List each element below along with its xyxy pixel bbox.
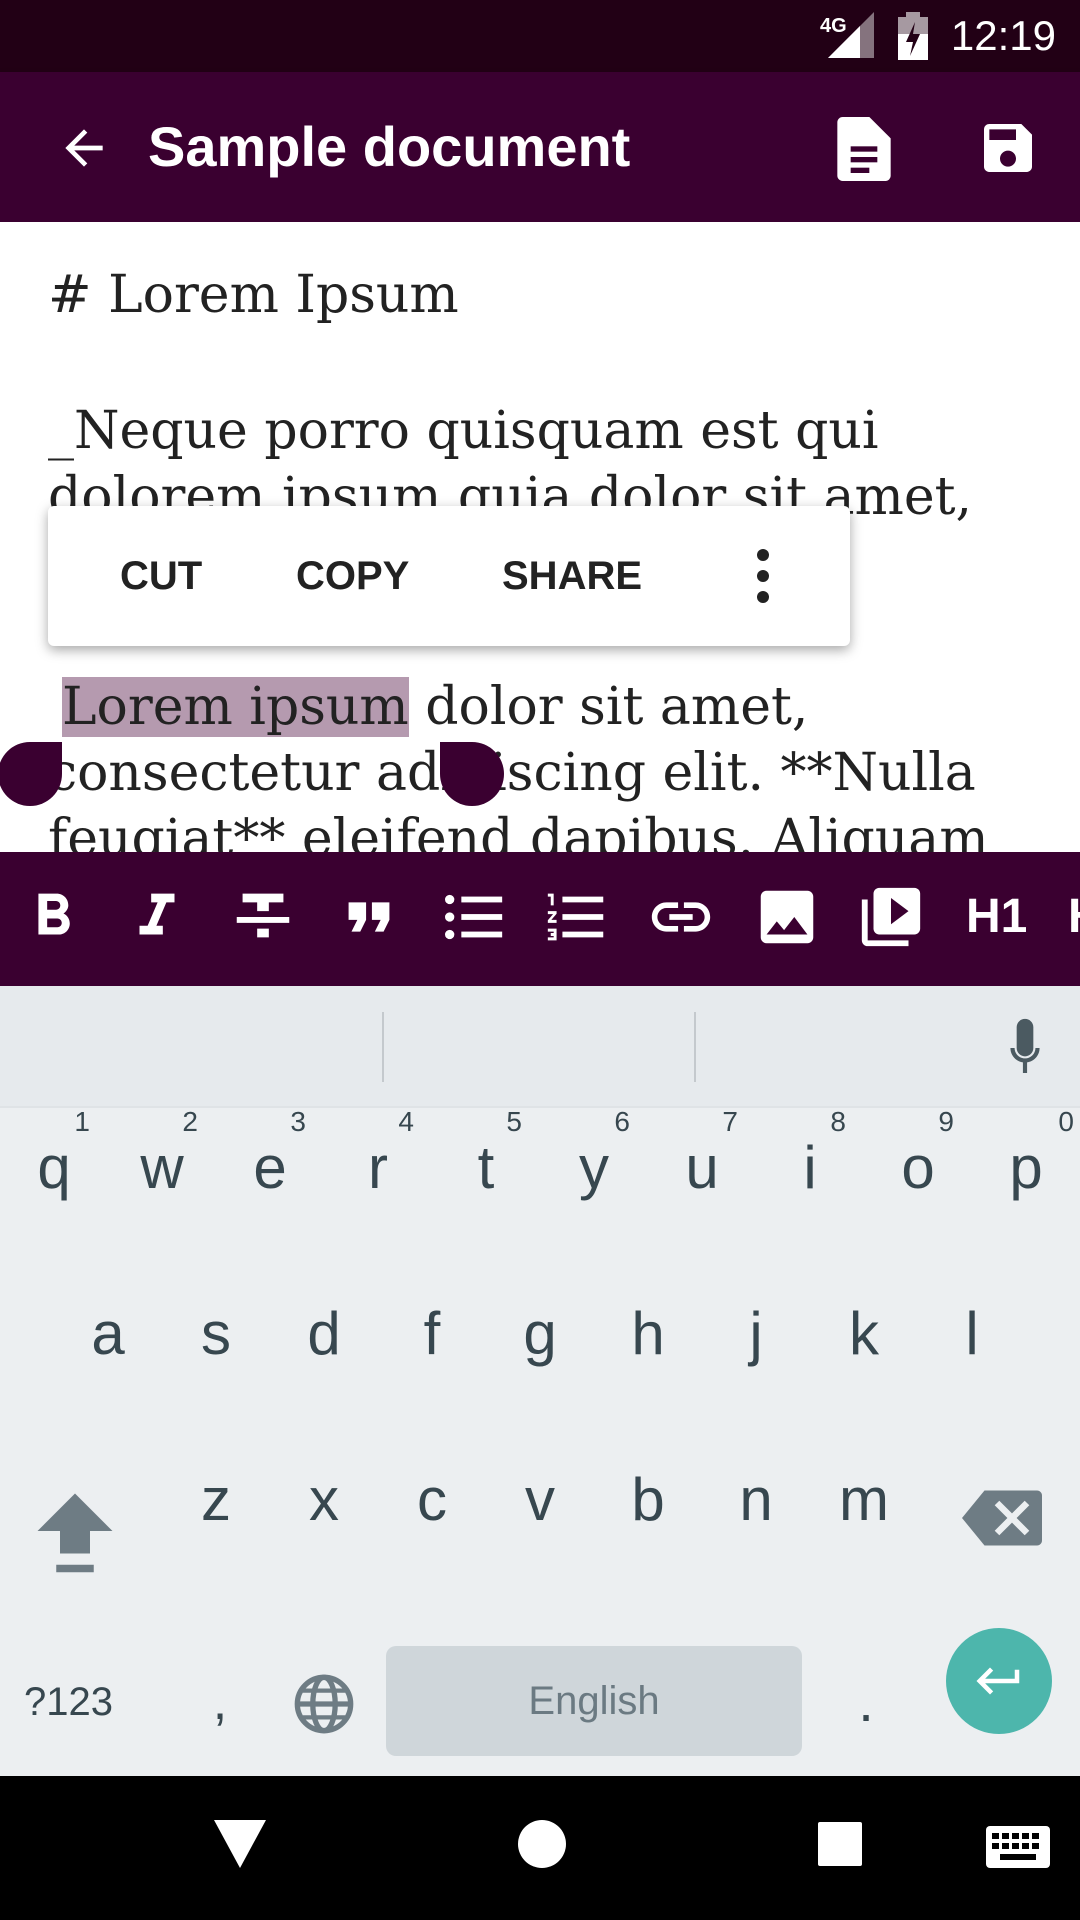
key-u[interactable]: u7 bbox=[648, 1108, 756, 1228]
key-q[interactable]: q1 bbox=[0, 1108, 108, 1228]
key-d[interactable]: d bbox=[270, 1274, 378, 1394]
suggestion-divider bbox=[694, 1012, 696, 1082]
keyboard-switch-icon[interactable] bbox=[986, 1826, 1050, 1868]
key-c[interactable]: c bbox=[378, 1440, 486, 1560]
recents-square-icon[interactable] bbox=[816, 1820, 864, 1868]
microphone-icon[interactable] bbox=[1000, 1016, 1050, 1080]
editor-line: _Neque porro quisquam est qui bbox=[48, 401, 879, 461]
battery-charging-icon bbox=[898, 12, 928, 60]
shift-icon[interactable] bbox=[30, 1486, 120, 1576]
key-t[interactable]: t5 bbox=[432, 1108, 540, 1228]
period-key[interactable]: . bbox=[836, 1652, 896, 1752]
strikethrough-icon[interactable] bbox=[228, 882, 298, 952]
suggestion-divider bbox=[382, 1012, 384, 1082]
video-library-icon[interactable] bbox=[856, 882, 926, 952]
italic-icon[interactable] bbox=[122, 882, 192, 952]
image-icon[interactable] bbox=[752, 882, 822, 952]
heading-2-button[interactable]: H bbox=[1068, 882, 1080, 952]
svg-text:4G: 4G bbox=[820, 15, 847, 37]
key-w[interactable]: w2 bbox=[108, 1108, 216, 1228]
key-y[interactable]: y6 bbox=[540, 1108, 648, 1228]
cut-button[interactable]: CUT bbox=[120, 550, 202, 602]
key-b[interactable]: b bbox=[594, 1440, 702, 1560]
app-bar: Sample document bbox=[0, 72, 1080, 222]
key-i[interactable]: i8 bbox=[756, 1108, 864, 1228]
editor-line: Lorem ipsum dolor sit amet, bbox=[62, 677, 809, 737]
key-v[interactable]: v bbox=[486, 1440, 594, 1560]
status-bar: 4G 12:19 bbox=[0, 0, 1080, 72]
copy-button[interactable]: COPY bbox=[296, 550, 409, 602]
document-icon[interactable] bbox=[832, 114, 896, 184]
selected-text[interactable]: Lorem ipsum bbox=[62, 677, 409, 737]
bold-icon[interactable] bbox=[18, 882, 88, 952]
cell-signal-icon: 4G bbox=[820, 12, 874, 58]
backspace-icon[interactable] bbox=[962, 1490, 1042, 1546]
page-title: Sample document bbox=[148, 115, 631, 178]
link-icon[interactable] bbox=[646, 882, 716, 952]
enter-button[interactable] bbox=[946, 1628, 1052, 1734]
quote-icon[interactable] bbox=[334, 882, 404, 952]
formatting-toolbar: H1 H bbox=[0, 852, 1080, 986]
more-vertical-icon[interactable] bbox=[756, 548, 770, 604]
key-e[interactable]: e3 bbox=[216, 1108, 324, 1228]
key-f[interactable]: f bbox=[378, 1274, 486, 1394]
space-bar[interactable]: English bbox=[386, 1646, 802, 1756]
key-l[interactable]: l bbox=[918, 1274, 1026, 1394]
key-n[interactable]: n bbox=[702, 1440, 810, 1560]
editor-line: # Lorem Ipsum bbox=[48, 265, 459, 325]
comma-key[interactable]: , bbox=[190, 1652, 250, 1752]
selection-handle-end[interactable] bbox=[440, 742, 504, 806]
key-z[interactable]: z bbox=[162, 1440, 270, 1560]
arrow-back-icon[interactable] bbox=[56, 120, 112, 176]
share-button[interactable]: SHARE bbox=[502, 550, 642, 602]
key-g[interactable]: g bbox=[486, 1274, 594, 1394]
soft-keyboard: q1 w2 e3 r4 t5 y6 u7 i8 o9 p0 a s d f g … bbox=[0, 986, 1080, 1776]
text-selection-menu: CUT COPY SHARE bbox=[48, 506, 850, 646]
home-circle-icon[interactable] bbox=[514, 1816, 570, 1872]
key-p[interactable]: p0 bbox=[972, 1108, 1080, 1228]
globe-icon[interactable] bbox=[292, 1672, 356, 1736]
suggestion-strip bbox=[0, 986, 1080, 1108]
symbols-key[interactable]: ?123 bbox=[24, 1672, 134, 1732]
editor-line: consectetur adipiscing elit. **Nulla bbox=[48, 743, 976, 803]
key-h[interactable]: h bbox=[594, 1274, 702, 1394]
key-s[interactable]: s bbox=[162, 1274, 270, 1394]
key-a[interactable]: a bbox=[54, 1274, 162, 1394]
key-o[interactable]: o9 bbox=[864, 1108, 972, 1228]
back-triangle-icon[interactable] bbox=[212, 1818, 268, 1870]
numbered-list-icon[interactable] bbox=[542, 882, 612, 952]
key-m[interactable]: m bbox=[810, 1440, 918, 1560]
selection-handle-start[interactable] bbox=[0, 742, 62, 806]
enter-icon bbox=[976, 1667, 1020, 1695]
heading-1-button[interactable]: H1 bbox=[966, 882, 1027, 952]
key-k[interactable]: k bbox=[810, 1274, 918, 1394]
status-time: 12:19 bbox=[950, 12, 1056, 59]
navigation-bar bbox=[0, 1776, 1080, 1920]
key-x[interactable]: x bbox=[270, 1440, 378, 1560]
bullet-list-icon[interactable] bbox=[438, 882, 508, 952]
editor-line: feugiat** eleifend dapibus. Aliquam bbox=[48, 809, 989, 852]
key-r[interactable]: r4 bbox=[324, 1108, 432, 1228]
key-j[interactable]: j bbox=[702, 1274, 810, 1394]
save-icon[interactable] bbox=[976, 116, 1040, 180]
